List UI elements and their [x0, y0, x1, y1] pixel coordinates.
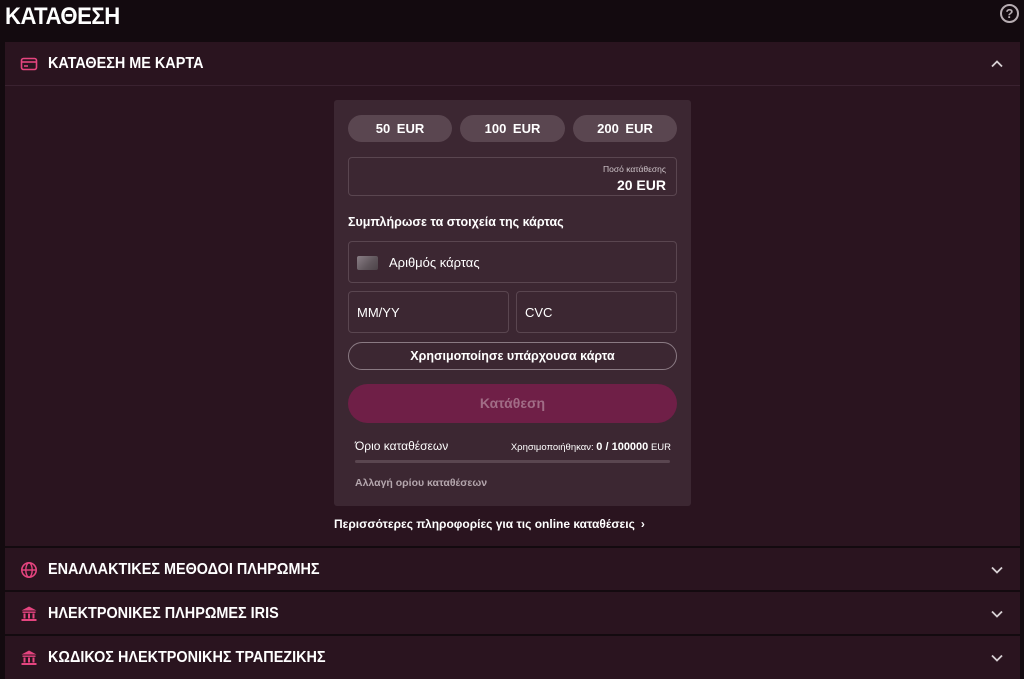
expiry-placeholder: MM/YY: [357, 305, 400, 320]
cvc-placeholder: CVC: [525, 305, 553, 320]
ebanking-code-section: ΚΩΔΙΚΟΣ ΗΛΕΚΤΡΟΝΙΚΗΣ ΤΡΑΠΕΖΙΚΗΣ: [5, 636, 1020, 679]
bank-icon: [21, 650, 37, 665]
card-deposit-header[interactable]: ΚΑΤΑΘΕΣΗ ΜΕ ΚΑΡΤΑ: [5, 42, 1020, 86]
alternative-methods-title: ΕΝΑΛΛΑΚΤΙΚΕΣ ΜΕΘΟΔΟΙ ΠΛΗΡΩΜΗΣ: [48, 561, 320, 578]
page-title: ΚΑΤΑΘΕΣΗ: [5, 3, 120, 30]
credit-card-icon: [20, 57, 38, 71]
deposit-limit-used: Χρησιμοποιήθηκαν: 0 / 100000 EUR: [511, 441, 671, 453]
more-info-label: Περισσότερες πληροφορίες για τις online …: [334, 517, 635, 531]
limit-used-prefix: Χρησιμοποιήθηκαν:: [510, 442, 594, 453]
card-chip-icon: [357, 256, 378, 270]
ebanking-code-header[interactable]: ΚΩΔΙΚΟΣ ΗΛΕΚΤΡΟΝΙΚΗΣ ΤΡΑΠΕΖΙΚΗΣ: [5, 636, 1020, 679]
bank-icon: [21, 606, 37, 621]
chevron-down-icon[interactable]: [990, 651, 1004, 665]
amount-chip-50[interactable]: 50 EUR: [348, 115, 452, 142]
alternative-methods-header[interactable]: ΕΝΑΛΛΑΚΤΙΚΕΣ ΜΕΘΟΔΟΙ ΠΛΗΡΩΜΗΣ: [5, 548, 1020, 592]
limit-currency: EUR: [650, 442, 671, 453]
ebanking-code-title: ΚΩΔΙΚΟΣ ΗΛΕΚΤΡΟΝΙΚΗΣ ΤΡΑΠΕΖΙΚΗΣ: [48, 649, 326, 666]
deposit-limit-label: Όριο καταθέσεων: [355, 439, 449, 453]
use-existing-card-button[interactable]: Χρησιμοποίησε υπάρχουσα κάρτα: [348, 342, 677, 370]
card-deposit-title: ΚΑΤΑΘΕΣΗ ΜΕ ΚΑΡΤΑ: [48, 55, 204, 72]
amount-chip-100[interactable]: 100 EUR: [460, 115, 565, 142]
chevron-down-icon[interactable]: [990, 607, 1004, 621]
expiry-field[interactable]: MM/YY: [348, 291, 509, 333]
alternative-methods-section: ΕΝΑΛΛΑΚΤΙΚΕΣ ΜΕΘΟΔΟΙ ΠΛΗΡΩΜΗΣ: [5, 548, 1020, 590]
chevron-up-icon[interactable]: [990, 57, 1004, 71]
card-deposit-section: ΚΑΤΑΘΕΣΗ ΜΕ ΚΑΡΤΑ 50 EUR 100 EUR 200 EUR…: [5, 42, 1020, 546]
top-bar: ΚΑΤΑΘΕΣΗ ?: [0, 0, 1024, 40]
more-info-link[interactable]: Περισσότερες πληροφορίες για τις online …: [334, 517, 645, 531]
globe-icon: [21, 562, 37, 578]
limit-used-value: 0 / 100000: [596, 441, 649, 453]
deposit-button[interactable]: Κατάθεση: [348, 384, 677, 423]
iris-payments-title: ΗΛΕΚΤΡΟΝΙΚΕΣ ΠΛΗΡΩΜΕΣ IRIS: [48, 605, 279, 622]
deposit-page: ΚΑΤΑΘΕΣΗ ? ΚΑΤΑΘΕΣΗ ΜΕ ΚΑΡΤΑ 50 EUR 100 …: [0, 0, 1024, 679]
iris-payments-section: ΗΛΕΚΤΡΟΝΙΚΕΣ ΠΛΗΡΩΜΕΣ IRIS: [5, 592, 1020, 634]
deposit-amount-label: Ποσό κατάθεσης: [603, 164, 666, 174]
chevron-down-icon[interactable]: [990, 563, 1004, 577]
deposit-limit-progress: [355, 460, 670, 463]
deposit-amount-value: 20 EUR: [616, 177, 666, 193]
chevron-right-icon: ›: [640, 517, 645, 531]
help-icon[interactable]: ?: [1000, 4, 1019, 23]
card-number-field[interactable]: Αριθμός κάρτας: [348, 241, 677, 283]
iris-payments-header[interactable]: ΗΛΕΚΤΡΟΝΙΚΕΣ ΠΛΗΡΩΜΕΣ IRIS: [5, 592, 1020, 636]
card-details-heading: Συμπλήρωσε τα στοιχεία της κάρτας: [348, 215, 564, 229]
change-limit-link[interactable]: Αλλαγή ορίου καταθέσεων: [355, 477, 487, 489]
amount-chip-200[interactable]: 200 EUR: [573, 115, 677, 142]
card-number-placeholder: Αριθμός κάρτας: [389, 255, 480, 270]
cvc-field[interactable]: CVC: [516, 291, 677, 333]
deposit-amount-field[interactable]: Ποσό κατάθεσης 20 EUR: [348, 157, 677, 196]
card-deposit-form: 50 EUR 100 EUR 200 EUR Ποσό κατάθεσης 20…: [334, 100, 691, 506]
